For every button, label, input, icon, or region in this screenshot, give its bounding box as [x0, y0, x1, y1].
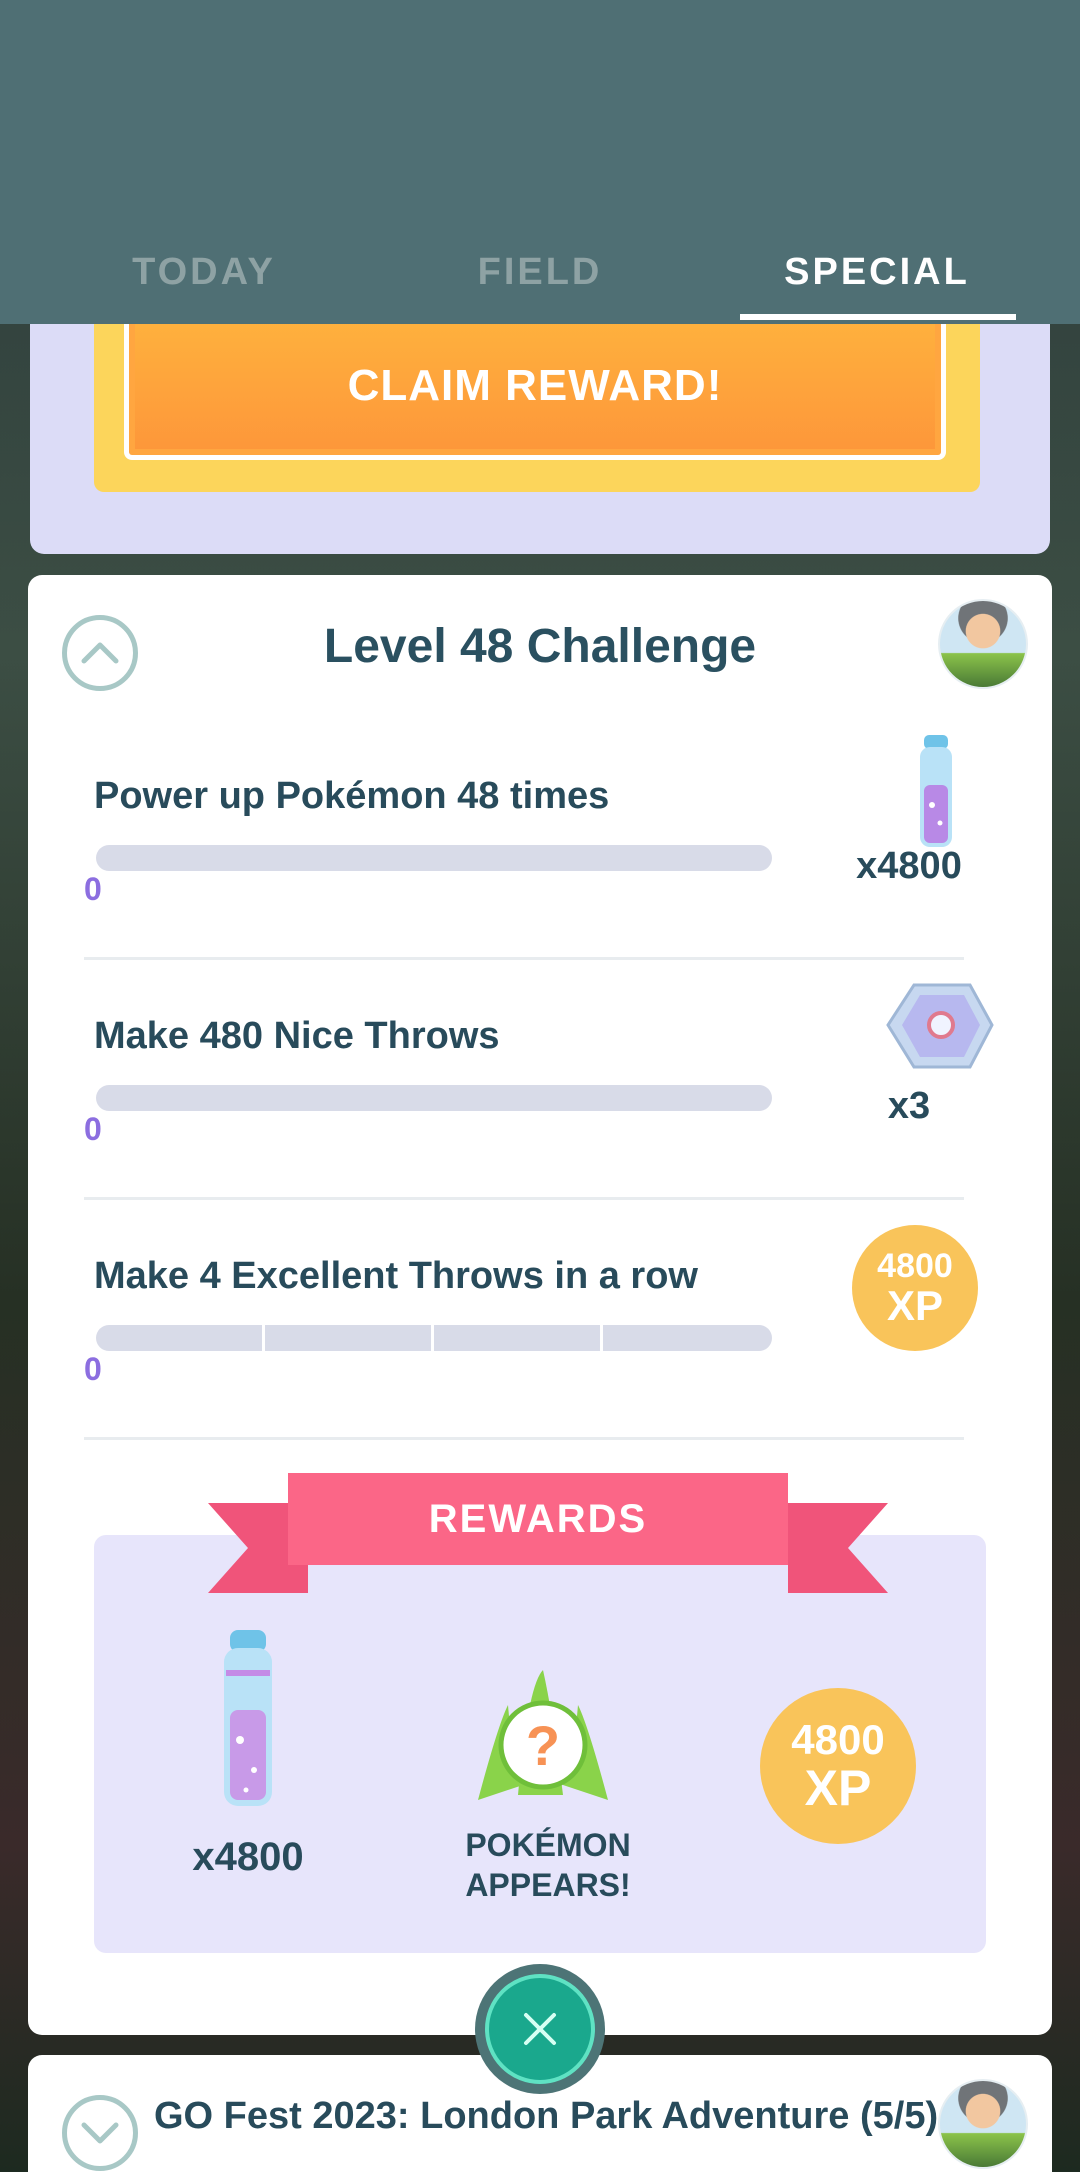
tab-bar: TODAY FIELD SPECIAL: [0, 220, 1080, 324]
encounter-label-line2: APPEARS!: [465, 1867, 631, 1903]
task-label: Power up Pokémon 48 times: [94, 775, 610, 817]
pokemon-encounter-icon: ?: [478, 1670, 608, 1800]
rewards-heading: REWARDS: [288, 1473, 788, 1565]
task-divider: [84, 1197, 964, 1200]
rewards-ribbon: REWARDS: [208, 1473, 888, 1605]
task-row: Make 4 Excellent Throws in a row 0 4800 …: [84, 1215, 994, 1455]
tab-field[interactable]: FIELD: [360, 220, 720, 324]
xp-reward-badge: 4800 XP: [852, 1225, 978, 1351]
task-row: Power up Pokémon 48 times 0 x4800: [84, 735, 994, 975]
progress-segment-divider: [600, 1325, 603, 1351]
stardust-reward-quantity: x4800: [192, 1835, 304, 1879]
top-header: TODAY FIELD SPECIAL: [0, 0, 1080, 324]
progress-segment-divider: [431, 1325, 434, 1351]
x-icon: [524, 2013, 556, 2045]
encounter-label-line1: POKÉMON: [465, 1827, 631, 1863]
research-title: GO Fest 2023: London Park Adventure (5/5…: [154, 2095, 939, 2137]
challenge-title: Level 48 Challenge: [323, 620, 757, 673]
task-divider: [84, 957, 964, 960]
ribbon-right-tail: [788, 1503, 888, 1593]
task-row: Make 480 Nice Throws 0 x3: [84, 975, 994, 1215]
task-reward-quantity: x4800: [856, 845, 962, 887]
task-divider: [84, 1437, 964, 1440]
task-progress-bar: [96, 845, 772, 871]
active-tab-indicator: [740, 314, 1016, 320]
xp-unit: XP: [804, 1760, 872, 1816]
task-label: Make 4 Excellent Throws in a row: [94, 1255, 698, 1297]
progress-segment-divider: [262, 1325, 265, 1351]
task-progress-value: 0: [84, 871, 102, 907]
close-icon: [485, 1974, 595, 2084]
task-label: Make 480 Nice Throws: [94, 1015, 500, 1057]
task-progress-value: 0: [84, 1111, 102, 1147]
challenge-card: Level 48 Challenge Power up Pokémon 48 t…: [28, 575, 1052, 2035]
task-progress-bar: [96, 1325, 772, 1351]
professor-avatar: [938, 2079, 1028, 2169]
xp-value: 4800: [877, 1247, 953, 1285]
svg-text:?: ?: [526, 1714, 560, 1777]
lure-module-icon: [886, 983, 994, 1069]
expand-button[interactable]: [62, 2095, 138, 2171]
tab-special[interactable]: SPECIAL: [697, 220, 1057, 324]
professor-avatar: [938, 599, 1028, 689]
task-progress-value: 0: [84, 1351, 102, 1387]
claim-reward-container: CLAIM REWARD!: [94, 300, 980, 492]
task-progress-bar: [96, 1085, 772, 1111]
tab-today[interactable]: TODAY: [24, 220, 384, 324]
stardust-icon: [920, 735, 952, 847]
xp-unit: XP: [886, 1282, 944, 1329]
close-button[interactable]: [475, 1964, 605, 2094]
chevron-down-icon: [81, 2122, 119, 2144]
encounter-reward-label: POKÉMON APPEARS!: [398, 1825, 698, 1905]
xp-reward-badge: 4800 XP: [760, 1688, 916, 1844]
stardust-icon: [224, 1630, 272, 1806]
previous-research-card: CLAIM REWARD!: [30, 300, 1050, 554]
task-reward-quantity: x3: [887, 1085, 931, 1127]
claim-reward-button[interactable]: CLAIM REWARD!: [124, 300, 946, 460]
xp-value: 4800: [791, 1716, 885, 1763]
